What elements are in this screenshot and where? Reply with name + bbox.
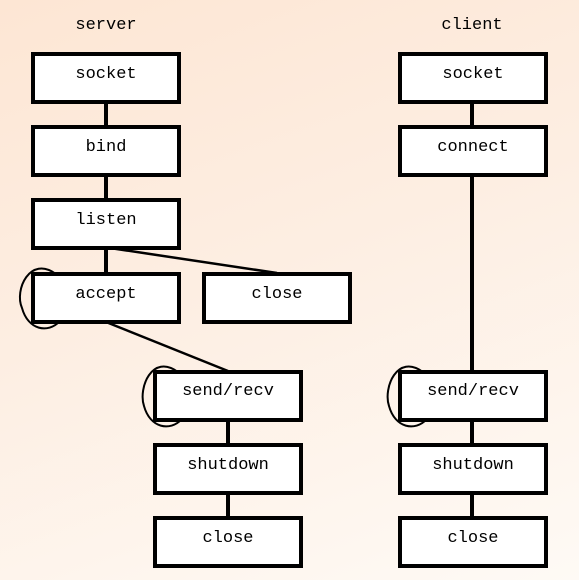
server-socket-node: socket (31, 52, 181, 104)
server-sendrecv-node: send/recv (153, 370, 303, 422)
client-sendrecv-node: send/recv (398, 370, 548, 422)
server-accept-label: accept (75, 285, 136, 304)
client-socket-label: socket (442, 65, 503, 84)
client-shutdown-node: shutdown (398, 443, 548, 495)
client-close-node: close (398, 516, 548, 568)
server-bind-node: bind (31, 125, 181, 177)
server-sendrecv-label: send/recv (182, 382, 274, 401)
server-bind-label: bind (86, 138, 127, 157)
client-socket-node: socket (398, 52, 548, 104)
socket-flow-diagram: server client socket bind listen accept … (18, 16, 548, 568)
server-heading: server (75, 16, 136, 35)
client-close-label: close (447, 529, 498, 548)
server-close-listen-label: close (251, 285, 302, 304)
server-shutdown-label: shutdown (187, 456, 269, 475)
client-connect-label: connect (437, 138, 508, 157)
server-accept-node: accept (31, 272, 181, 324)
edge-server-accept-sendrecv (105, 320, 229, 373)
client-shutdown-label: shutdown (432, 456, 514, 475)
server-close-label: close (202, 529, 253, 548)
server-close-node: close (153, 516, 303, 568)
server-close-listen-node: close (202, 272, 352, 324)
server-listen-label: listen (75, 211, 136, 230)
edge-server-listen-close (109, 246, 278, 275)
client-connect-node: connect (398, 125, 548, 177)
server-shutdown-node: shutdown (153, 443, 303, 495)
client-sendrecv-label: send/recv (427, 382, 519, 401)
server-socket-label: socket (75, 65, 136, 84)
client-heading: client (441, 16, 502, 35)
server-listen-node: listen (31, 198, 181, 250)
